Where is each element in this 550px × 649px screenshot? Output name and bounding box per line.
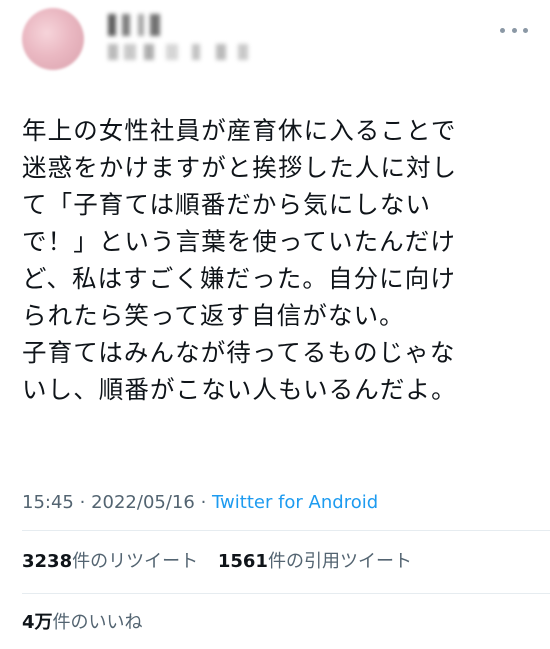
tweet-meta: 15:45 · 2022/05/16 · Twitter for Android (22, 491, 378, 515)
tweet-time[interactable]: 15:45 (22, 492, 74, 513)
meta-separator: · (79, 492, 86, 513)
tweet-text-line: で！」という言葉を使っていたんだけ (22, 227, 456, 256)
tweet: 年上の女性社員が産育休に入ることで 迷惑をかけますがと挨拶した人に対し て「子育ては… (0, 0, 550, 649)
tweet-text-line: 子育てはみんなが待ってるものじゃな (22, 338, 456, 367)
tweet-date[interactable]: 2022/05/16 (91, 492, 195, 513)
likes-stat[interactable]: 4万件のいいね (22, 612, 143, 633)
tweet-text-line: 年上の女性社員が産育休に入ることで (22, 116, 457, 145)
tweet-source-link[interactable]: Twitter for Android (212, 492, 378, 513)
tweet-text-line: て「子育ては順番だから気にしない (22, 190, 432, 219)
avatar[interactable] (22, 8, 84, 70)
username-blurred[interactable] (108, 44, 258, 60)
tweet-text-line: 迷惑をかけますがと挨拶した人に対し (22, 153, 458, 182)
engagement-stats: 3238件のリツイート 1561件の引用ツイート (22, 550, 412, 574)
retweets-label: 件のリツイート (72, 551, 199, 572)
dot-icon (523, 27, 528, 33)
meta-separator: · (200, 492, 207, 513)
quotes-count: 1561 (217, 551, 268, 572)
dot-icon (500, 27, 505, 33)
more-horizontal-icon[interactable] (500, 22, 528, 38)
dot-icon (511, 27, 517, 33)
tweet-text-line: いし、順番がこない人もいるんだよ。 (22, 375, 457, 404)
likes-count: 4万 (22, 612, 53, 633)
divider (22, 593, 550, 594)
retweets-count: 3238 (22, 551, 73, 572)
likes-label: 件のいいね (52, 612, 143, 633)
retweets-stat[interactable]: 3238件のリツイート (22, 551, 198, 572)
tweet-text-line: ど、私はすごく嫌だった。自分に向け (22, 264, 456, 293)
display-name-blurred[interactable] (108, 14, 168, 36)
quotes-stat[interactable]: 1561件の引用ツイート (218, 551, 412, 572)
tweet-header (0, 0, 550, 90)
quotes-label: 件の引用ツイート (267, 551, 412, 572)
likes-stats: 4万件のいいね (22, 611, 143, 635)
tweet-text: 年上の女性社員が産育休に入ることで 迷惑をかけますがと挨拶した人に対し て「子育ては… (22, 112, 532, 408)
tweet-text-line: られたら笑って返す自信がない。 (22, 301, 405, 330)
divider (22, 530, 550, 531)
